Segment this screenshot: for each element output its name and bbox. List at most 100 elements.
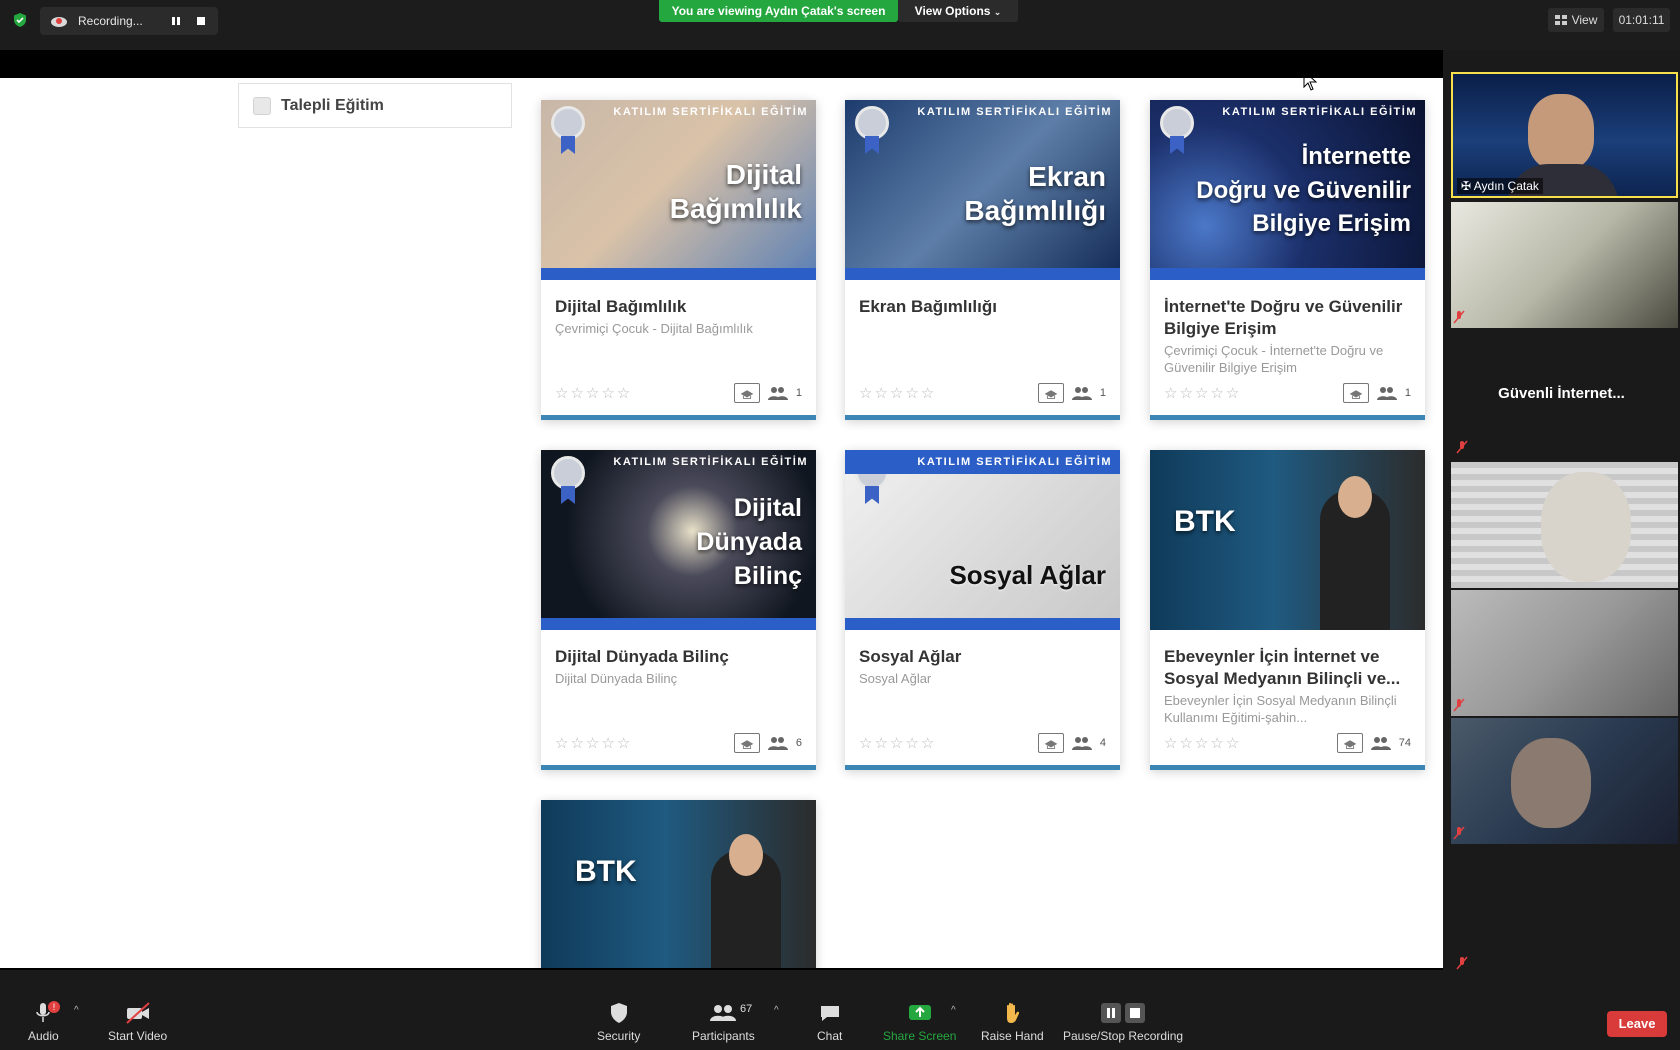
course-meta: 6 <box>733 733 802 753</box>
enrolled-count: 74 <box>1398 737 1411 749</box>
recording-label: Recording... <box>78 14 143 28</box>
security-shield-icon <box>610 1003 627 1023</box>
participant-tile-active-speaker[interactable]: ✠ Aydın Çatak <box>1451 72 1678 198</box>
share-screen-icon <box>908 1005 931 1020</box>
view-options-button[interactable]: View Options ⌄ <box>898 0 1018 22</box>
course-card-ekran-bagimliligi[interactable]: KATILIM SERTİFİKALI EĞİTİM Ekran Bağımlıl… <box>845 100 1120 420</box>
stop-recording-icon[interactable] <box>195 15 207 27</box>
enrolled-count: 1 <box>1099 387 1106 399</box>
course-meta: 74 <box>1336 733 1411 753</box>
thumbnail-title: BTK <box>1174 505 1236 538</box>
security-label: Security <box>597 1029 641 1043</box>
participant-tile-text[interactable]: Güvenli İnternet... <box>1443 385 1680 402</box>
presenter-face <box>1338 476 1372 518</box>
muted-mic-icon <box>1456 956 1468 970</box>
participants-icon <box>1370 737 1391 750</box>
recording-indicator: Recording... <box>40 7 218 35</box>
participants-icon <box>710 1005 737 1021</box>
graduation-cap-icon <box>733 383 760 403</box>
rating-stars[interactable]: ☆ ☆ ☆ ☆ ☆ <box>859 384 934 402</box>
participants-options-caret[interactable]: ^ <box>774 1005 779 1016</box>
course-subtitle: Ebeveynler İçin Sosyal Medyanın Bilinçli… <box>1164 693 1397 725</box>
course-thumbnail: BTK <box>541 800 816 968</box>
audio-options-caret[interactable]: ^ <box>74 1005 79 1016</box>
shared-webpage: Talepli Eğitim KATILIM SERTİFİKALI EĞİTİ… <box>0 78 1443 968</box>
thumbnail-title: İnternette Doğru ve Güvenilir Bilgiye Eriş… <box>1196 143 1411 238</box>
course-meta: 1 <box>1342 383 1411 403</box>
raise-hand-button[interactable]: Raise Hand <box>981 1001 1044 1043</box>
recording-controls <box>1101 1001 1146 1025</box>
mouse-cursor-icon <box>1303 78 1318 91</box>
thumbnail-band <box>541 618 816 630</box>
course-card-btk-video[interactable]: BTK <box>541 800 816 968</box>
audio-alert-badge: ! <box>48 1001 60 1013</box>
graduation-cap-icon <box>1342 383 1369 403</box>
course-title[interactable]: Sosyal Ağlar <box>859 646 1109 668</box>
participant-tile-5[interactable] <box>1451 718 1678 844</box>
pause-stop-recording-button[interactable]: Pause/Stop Recording <box>1063 1001 1183 1043</box>
course-title[interactable]: Ebeveynler İçin İnternet ve Sosyal Medya… <box>1164 646 1414 690</box>
participant-tile-2[interactable] <box>1451 202 1678 328</box>
course-card-ebeveynler-icin[interactable]: BTK Ebeveynler İçin İnternet ve Sosyal M… <box>1150 450 1425 770</box>
participant-tile-4[interactable] <box>1451 590 1678 716</box>
security-button[interactable]: Security <box>597 1001 640 1043</box>
video-off-icon <box>125 1002 150 1024</box>
view-options-label: View Options <box>914 4 991 18</box>
muted-mic-icon <box>1456 440 1468 454</box>
participants-count: 67 <box>740 1003 753 1015</box>
course-card-dijital-dunyada-bilinc[interactable]: KATILIM SERTİFİKALI EĞİTİM Dijital Dünyad… <box>541 450 816 770</box>
shared-screen-area[interactable]: Talepli Eğitim KATILIM SERTİFİKALI EĞİTİ… <box>0 50 1443 970</box>
course-subtitle: Dijital Dünyada Bilinç <box>555 671 678 686</box>
muted-mic-icon <box>1453 826 1465 840</box>
chat-button[interactable]: Chat <box>817 1001 842 1043</box>
enrolled-count: 1 <box>1404 387 1411 399</box>
course-card-internette-dogru-bilgi[interactable]: KATILIM SERTİFİKALI EĞİTİM İnternette Doğ… <box>1150 100 1425 420</box>
filter-label: Talepli Eğitim <box>281 96 384 114</box>
share-screen-options-caret[interactable]: ^ <box>951 1005 956 1016</box>
rating-stars[interactable]: ☆ ☆ ☆ ☆ ☆ <box>555 734 630 752</box>
participants-icon <box>1376 387 1397 400</box>
meeting-top-bar: Recording... You are viewing Aydın Çatak… <box>0 0 1680 50</box>
filter-checkbox[interactable] <box>253 96 271 115</box>
course-title[interactable]: Dijital Bağımlılık <box>555 296 805 318</box>
rating-stars[interactable]: ☆ ☆ ☆ ☆ ☆ <box>1164 734 1239 752</box>
rating-stars[interactable]: ☆ ☆ ☆ ☆ ☆ <box>859 734 934 752</box>
participants-icon <box>767 387 788 400</box>
audio-label: Audio <box>28 1029 59 1043</box>
course-meta: 1 <box>733 383 802 403</box>
graduation-cap-icon <box>1037 383 1064 403</box>
start-video-button[interactable]: Start Video <box>108 1001 167 1043</box>
course-card-sosyal-aglar[interactable]: KATILIM SERTİFİKALI EĞİTİM Sosyal Ağlar … <box>845 450 1120 770</box>
participant-video-figure <box>1528 94 1594 170</box>
cert-band-label: KATILIM SERTİFİKALI EĞİTİM <box>845 450 1120 474</box>
leave-button[interactable]: Leave <box>1607 1011 1667 1037</box>
badge-ribbon-icon <box>561 136 575 154</box>
rating-stars[interactable]: ☆ ☆ ☆ ☆ ☆ <box>1164 384 1239 402</box>
encryption-shield-icon[interactable] <box>12 12 28 28</box>
course-title[interactable]: Ekran Bağımlılığı <box>859 296 1109 318</box>
grid-view-icon <box>1554 15 1567 25</box>
course-thumbnail: KATILIM SERTİFİKALI EĞİTİM Sosyal Ağlar <box>845 450 1120 630</box>
thumbnail-band <box>845 618 1120 630</box>
participant-tile-3[interactable] <box>1451 462 1678 588</box>
course-card-dijital-bagimlilik[interactable]: KATILIM SERTİFİKALI EĞİTİM Dijital Bağıml… <box>541 100 816 420</box>
course-title[interactable]: İnternet'te Doğru ve Güvenilir Bilgiye E… <box>1164 296 1414 340</box>
participant-video-figure <box>1541 472 1631 582</box>
graduation-cap-icon <box>1037 733 1064 753</box>
pause-recording-icon[interactable] <box>170 15 182 27</box>
share-screen-button[interactable]: Share Screen <box>883 1001 956 1043</box>
view-button[interactable]: View <box>1548 8 1604 32</box>
graduation-cap-icon <box>733 733 760 753</box>
presenter-face <box>729 834 763 876</box>
participants-label: Participants <box>692 1029 755 1043</box>
thumbnail-title: BTK <box>575 855 637 888</box>
filter-option-talepli-egitim[interactable]: Talepli Eğitim <box>238 83 512 128</box>
course-subtitle: Sosyal Ağlar <box>859 671 932 686</box>
thumbnail-band <box>1150 268 1425 280</box>
enrolled-count: 6 <box>795 737 802 749</box>
enrolled-count: 1 <box>795 387 802 399</box>
course-title[interactable]: Dijital Dünyada Bilinç <box>555 646 805 668</box>
course-meta: 4 <box>1037 733 1106 753</box>
rating-stars[interactable]: ☆ ☆ ☆ ☆ ☆ <box>555 384 630 402</box>
cert-band-label: KATILIM SERTİFİKALI EĞİTİM <box>613 456 808 468</box>
